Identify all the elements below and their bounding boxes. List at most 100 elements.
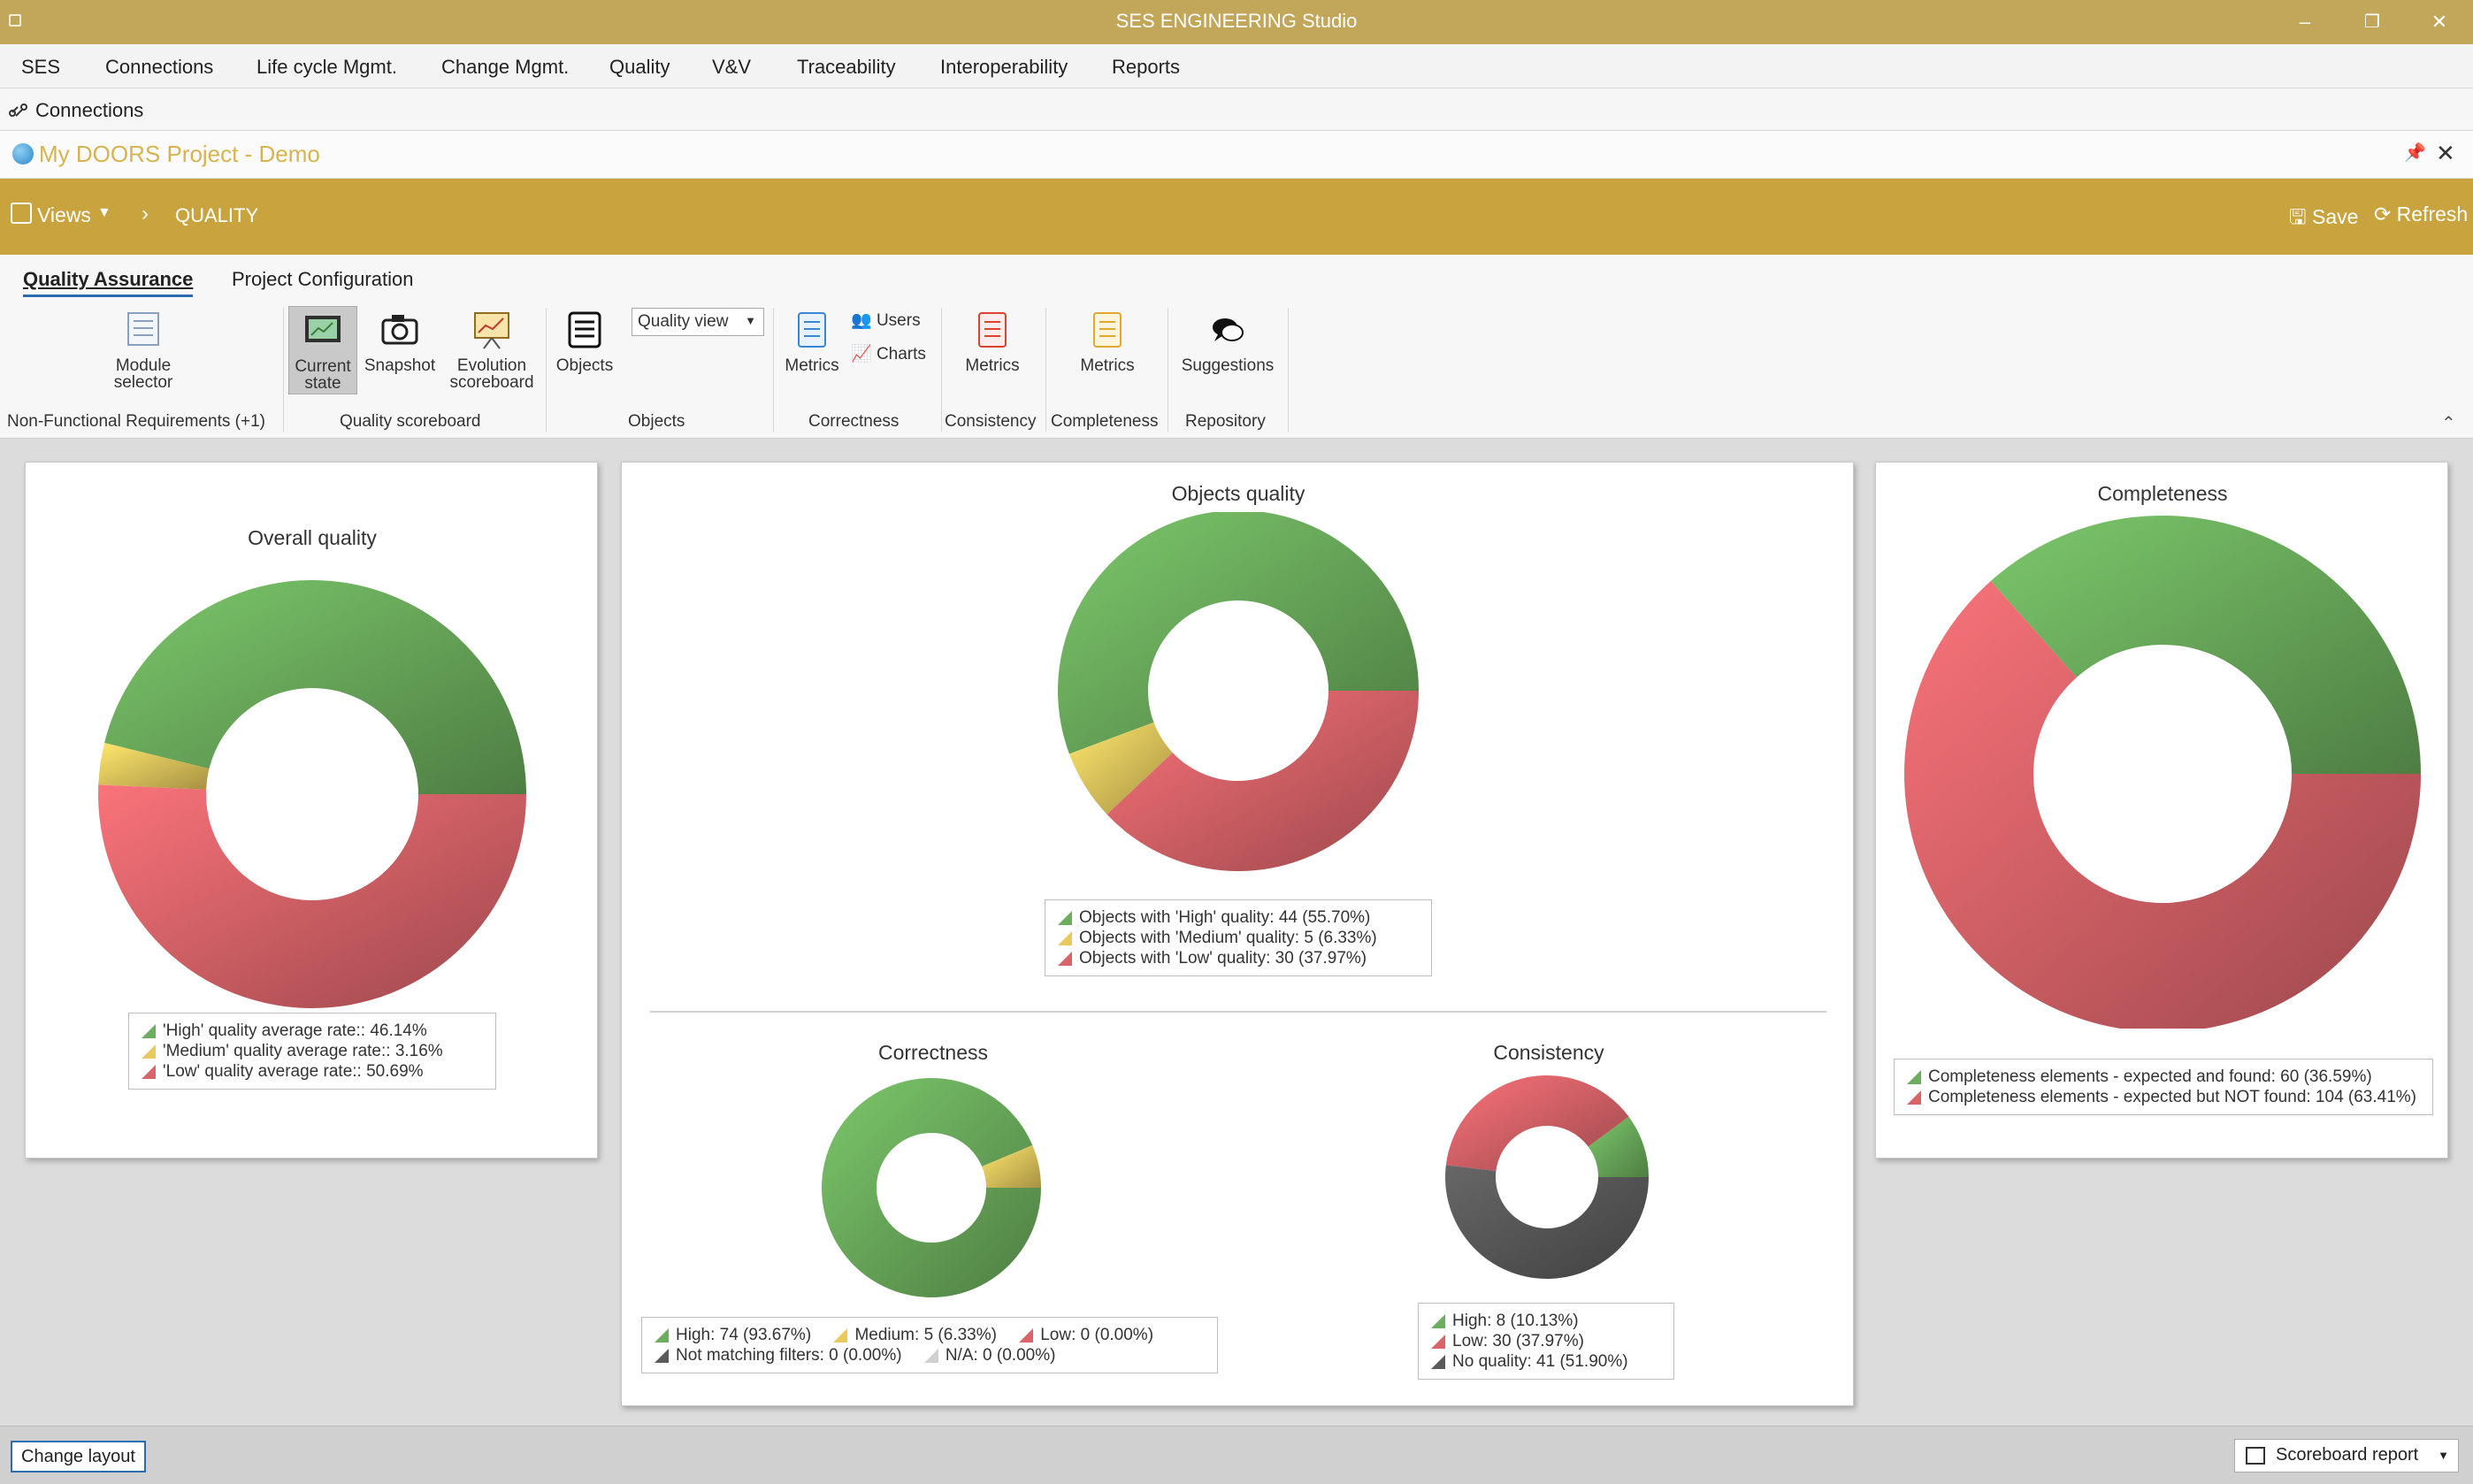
legend-item-found: Completeness elements - expected and fou…	[1905, 1067, 2422, 1087]
module-selector-button[interactable]: Module selector	[99, 310, 188, 391]
group-label-repository: Repository	[1185, 412, 1266, 431]
group-separator	[283, 308, 284, 432]
consistency-metrics-button[interactable]: Metrics	[957, 310, 1028, 374]
snapshot-button[interactable]: Snapshot	[359, 310, 440, 374]
ribbon: Quality Assurance Project Configuration …	[0, 255, 2473, 439]
quality-view-select[interactable]: Quality view ▼	[632, 308, 764, 336]
menu-life-cycle-mgmt[interactable]: Life cycle Mgmt.	[256, 56, 397, 79]
current-state-button[interactable]: Current state	[288, 306, 357, 394]
menu-change-mgmt[interactable]: Change Mgmt.	[441, 56, 569, 79]
legend-text: Completeness elements - expected and fou…	[1928, 1067, 2372, 1086]
suggestions-button[interactable]: Suggestions	[1175, 310, 1281, 374]
connections-icon	[9, 103, 27, 117]
breadcrumb-quality[interactable]: QUALITY	[175, 204, 258, 227]
pin-icon[interactable]: 📌	[2404, 142, 2426, 164]
restore-button[interactable]: ❐	[2346, 6, 2399, 38]
scoreboard-report-dropdown[interactable]: Scoreboard report ▼	[2234, 1439, 2459, 1473]
menu-ses[interactable]: SES	[21, 56, 60, 79]
completeness-donut	[1904, 516, 2421, 1029]
group-label-correctness: Correctness	[808, 412, 900, 431]
menu-vv[interactable]: V&V	[712, 56, 751, 79]
menu-traceability[interactable]: Traceability	[797, 56, 896, 79]
menu-interoperability[interactable]: Interoperability	[940, 56, 1068, 79]
chevron-down-icon[interactable]: ▼	[97, 205, 111, 221]
charts-label: Charts	[876, 345, 926, 363]
legend-text: No quality: 41 (51.90%)	[1452, 1352, 1628, 1371]
refresh-button[interactable]: ⟳ Refresh	[2374, 203, 2468, 226]
tab-quality-assurance[interactable]: Quality Assurance	[23, 268, 194, 297]
close-project-icon[interactable]: ✕	[2436, 140, 2455, 167]
completeness-metrics-button[interactable]: Metrics	[1072, 310, 1143, 374]
legend-text: 'Low' quality average rate:: 50.69%	[163, 1062, 424, 1081]
legend-item-medium: Medium: 5 (6.33%)	[831, 1325, 997, 1345]
quality-view-value: Quality view	[638, 312, 729, 331]
completeness-panel: Completeness Completeness elements - exp…	[1875, 462, 2448, 1159]
project-globe-icon	[12, 143, 34, 164]
overall-quality-panel: Overall quality 'High' quality average r…	[25, 462, 598, 1159]
donut-slice-expected-and-found[interactable]	[1990, 516, 2421, 774]
legend-swatch-medium	[142, 1044, 156, 1059]
menu-bar: SES Connections Life cycle Mgmt. Change …	[0, 44, 2473, 88]
legend-text: Objects with 'High' quality: 44 (55.70%)	[1079, 908, 1371, 927]
legend-text: Low: 30 (37.97%)	[1452, 1332, 1584, 1350]
overall-quality-title: Overall quality	[248, 526, 377, 549]
legend-swatch-found	[1907, 1070, 1921, 1084]
objects-quality-title: Objects quality	[1171, 482, 1305, 505]
connections-bar: Connections	[0, 88, 2473, 131]
save-label: Save	[2312, 205, 2359, 228]
legend-swatch-not-found	[1907, 1090, 1921, 1105]
consistency-title: Consistency	[1493, 1041, 1604, 1064]
change-layout-button[interactable]: Change layout	[11, 1441, 146, 1473]
connections-label[interactable]: Connections	[35, 99, 143, 122]
correctness-metrics-button[interactable]: Metrics	[777, 310, 847, 374]
menu-quality[interactable]: Quality	[609, 56, 670, 79]
save-button[interactable]: 🖫 Save	[2289, 203, 2358, 237]
project-title: My DOORS Project - Demo	[39, 141, 320, 167]
tab-project-configuration[interactable]: Project Configuration	[232, 268, 413, 291]
legend-text: Objects with 'Medium' quality: 5 (6.33%)	[1079, 929, 1377, 947]
minimize-button[interactable]: –	[2278, 6, 2331, 38]
completeness-legend: Completeness elements - expected and fou…	[1894, 1059, 2433, 1115]
menu-connections[interactable]: Connections	[105, 56, 213, 79]
legend-item-low: Low: 0 (0.00%)	[1017, 1325, 1153, 1345]
legend-text: Not matching filters: 0 (0.00%)	[676, 1346, 902, 1365]
donut-slice-low[interactable]	[1106, 691, 1419, 872]
chevron-down-icon: ▼	[745, 314, 756, 327]
legend-item-medium: 'Medium' quality average rate:: 3.16%	[140, 1041, 485, 1061]
legend-text: Completeness elements - expected but NOT…	[1928, 1088, 2417, 1106]
objects-button[interactable]: Objects	[550, 310, 619, 374]
users-icon: 👥	[851, 311, 872, 330]
donut-slice-no-quality[interactable]	[1445, 1165, 1649, 1279]
legend-item-low: Low: 30 (37.97%)	[1429, 1331, 1663, 1351]
views-dropdown[interactable]: Views	[37, 203, 91, 227]
legend-text: Low: 0 (0.00%)	[1040, 1326, 1154, 1344]
legend-item-high: Objects with 'High' quality: 44 (55.70%)	[1056, 907, 1420, 928]
menu-reports[interactable]: Reports	[1112, 56, 1180, 79]
collapse-ribbon-icon[interactable]: ⌃	[2441, 412, 2456, 434]
objects-quality-legend: Objects with 'High' quality: 44 (55.70%)…	[1045, 899, 1432, 976]
module-selector-label: Module selector	[113, 356, 173, 392]
legend-item-high: High: 74 (93.67%)	[653, 1325, 811, 1345]
correctness-title: Correctness	[878, 1041, 988, 1064]
views-icon[interactable]	[11, 203, 32, 224]
evolution-scoreboard-button[interactable]: Evolution scoreboard	[442, 310, 541, 391]
project-bar: My DOORS Project - Demo 📌 ✕	[0, 131, 2473, 179]
group-label-nfr: Non-Functional Requirements (+1)	[7, 412, 265, 431]
close-window-button[interactable]: ✕	[2413, 6, 2466, 38]
legend-item-not-found: Completeness elements - expected but NOT…	[1905, 1087, 2422, 1107]
users-button[interactable]: 👥 Users	[851, 310, 921, 331]
legend-swatch-low	[1019, 1328, 1034, 1342]
legend-text: Medium: 5 (6.33%)	[854, 1326, 997, 1344]
charts-button[interactable]: 📈 Charts	[851, 343, 926, 364]
objects-label: Objects	[555, 356, 614, 375]
correctness-metrics-label: Metrics	[785, 356, 839, 375]
group-label-completeness: Completeness	[1051, 412, 1159, 431]
snapshot-label: Snapshot	[364, 356, 436, 375]
legend-swatch-high	[1058, 911, 1072, 925]
metrics-blue-icon	[798, 312, 826, 348]
donut-slice-low-quality-average-rate[interactable]	[98, 784, 526, 1008]
objects-list-icon	[568, 311, 601, 348]
legend-line-2: Not matching filters: 0 (0.00%) N/A: 0 (…	[653, 1345, 1206, 1365]
consistency-donut	[1445, 1075, 1649, 1279]
quality-details-panel: Objects quality Objects with 'High' qual…	[621, 462, 1854, 1406]
